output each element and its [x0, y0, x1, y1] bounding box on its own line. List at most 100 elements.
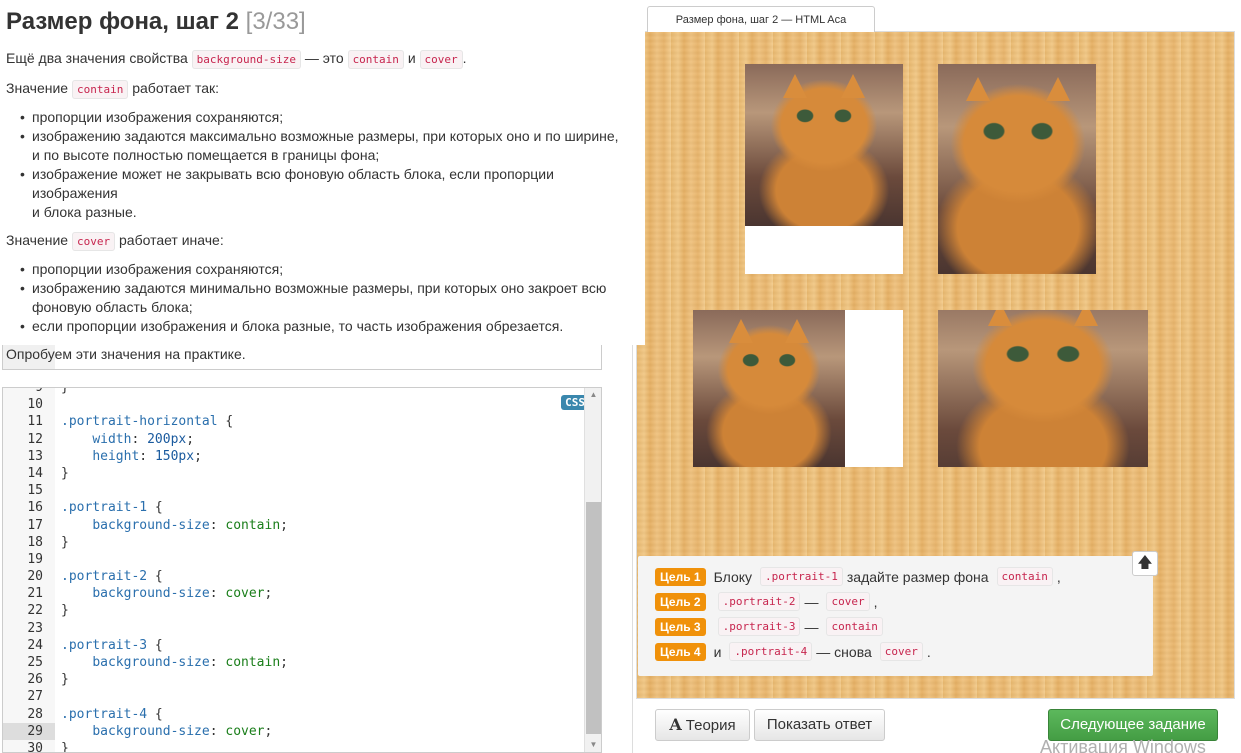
line-number: 20: [3, 568, 55, 586]
line-text[interactable]: [55, 688, 61, 705]
line-number: 14: [3, 464, 55, 483]
line-number: 16: [3, 499, 55, 517]
theory-icon: A: [669, 715, 682, 734]
step-counter: [3/33]: [245, 8, 306, 35]
line-text[interactable]: }: [55, 388, 69, 396]
inline-code: cover: [879, 642, 923, 661]
line-text[interactable]: background-size: contain;: [55, 654, 288, 671]
cover-text: работает иначе:: [119, 232, 224, 248]
line-text[interactable]: background-size: cover;: [55, 723, 272, 740]
line-number: 10: [3, 396, 55, 414]
scroll-thumb[interactable]: [586, 502, 601, 734]
goals-panel: Цель 1 Блоку .portrait-1 задайте размер фон…: [638, 556, 1153, 676]
cat-image: [938, 310, 1148, 467]
list-item: изображению задаются минимально возможны…: [20, 279, 639, 317]
list-item: если пропорции изображения и блока разны…: [20, 317, 639, 336]
preview-tab[interactable]: Размер фона, шаг 2 — HTML Aca: [647, 6, 875, 32]
line-number: 9: [3, 388, 55, 397]
scroll-down-icon[interactable]: ▼: [585, 738, 601, 752]
line-text[interactable]: }: [55, 602, 69, 619]
list-item: изображение может не закрывать всю фонов…: [20, 165, 639, 222]
theory-label: Теория: [685, 717, 736, 734]
code-line[interactable]: 15: [3, 482, 586, 500]
line-text[interactable]: [55, 620, 61, 637]
cover-list: пропорции изображения сохраняются; изобр…: [6, 260, 639, 336]
editor-scrollbar[interactable]: ▲ ▼: [584, 388, 601, 752]
code-lines[interactable]: 9} 10 11 .portrait-horizontal {12 width: 20…: [3, 388, 586, 752]
line-number: 29: [3, 722, 55, 740]
goal-item: Цель 1 Блоку .portrait-1 задайте размер фон…: [655, 564, 1153, 589]
goal-text: и: [713, 643, 722, 660]
line-text[interactable]: .portrait-2 {: [55, 568, 163, 585]
line-text[interactable]: }: [55, 671, 69, 688]
goal-badge: Цель 1: [655, 567, 706, 586]
code-line[interactable]: 11 .portrait-horizontal {: [3, 413, 586, 431]
code-line[interactable]: 24 .portrait-3 {: [3, 636, 586, 654]
inline-code: contain: [347, 50, 404, 69]
line-text[interactable]: width: 200px;: [55, 431, 194, 448]
line-number: 22: [3, 602, 55, 620]
line-text[interactable]: }: [55, 465, 69, 482]
code-line[interactable]: 13 height: 150px;: [3, 447, 586, 465]
inline-code: cover: [71, 232, 116, 251]
line-text[interactable]: [55, 551, 61, 568]
goal-text: .: [926, 643, 931, 660]
inline-code: .portrait-2: [717, 592, 801, 611]
code-line[interactable]: 23: [3, 619, 586, 637]
line-number: 12: [3, 430, 55, 448]
line-text[interactable]: background-size: cover;: [55, 585, 272, 602]
goal-item: Цель 4 и .portrait-4— снова cover.: [655, 639, 1153, 664]
intro-text: Ещё два значения свойства: [6, 50, 188, 66]
code-line[interactable]: 28 .portrait-4 {: [3, 705, 586, 723]
line-number: 25: [3, 654, 55, 672]
code-line[interactable]: 26}: [3, 671, 586, 689]
line-text[interactable]: [55, 396, 61, 413]
code-line[interactable]: 16 .portrait-1 {: [3, 499, 586, 517]
line-text[interactable]: background-size: contain;: [55, 517, 288, 534]
show-answer-button[interactable]: Показать ответ: [754, 709, 885, 741]
scroll-up-icon[interactable]: ▲: [585, 388, 601, 402]
contain-list: пропорции изображения сохраняются; изобр…: [6, 108, 639, 222]
goal-text: ,: [873, 593, 878, 610]
code-line[interactable]: 29 background-size: cover;: [3, 722, 586, 740]
line-text[interactable]: }: [55, 534, 69, 551]
goal-text: —: [804, 593, 819, 610]
code-line[interactable]: 21 background-size: cover;: [3, 585, 586, 603]
line-number: 17: [3, 516, 55, 534]
collapse-up-icon[interactable]: 🡅: [1132, 551, 1158, 576]
line-number: 27: [3, 688, 55, 706]
code-line[interactable]: 12 width: 200px;: [3, 430, 586, 448]
code-line[interactable]: 20 .portrait-2 {: [3, 568, 586, 586]
theory-button[interactable]: A Теория: [655, 709, 750, 741]
code-line[interactable]: 27: [3, 688, 586, 706]
line-number: 13: [3, 447, 55, 465]
code-line[interactable]: 14}: [3, 464, 586, 483]
goal-text: ,: [1056, 568, 1061, 585]
goal-badge: Цель 2: [655, 592, 706, 611]
line-text[interactable]: .portrait-4 {: [55, 706, 163, 723]
contain-text: работает так:: [132, 80, 220, 96]
code-line[interactable]: 18}: [3, 533, 586, 551]
line-number: 26: [3, 671, 55, 689]
line-text[interactable]: .portrait-1 {: [55, 499, 163, 516]
list-item: пропорции изображения сохраняются;: [20, 108, 639, 127]
line-text[interactable]: height: 150px;: [55, 448, 202, 465]
contain-text: Значение: [6, 80, 69, 96]
line-number: 19: [3, 550, 55, 569]
code-line[interactable]: 25 background-size: contain;: [3, 654, 586, 672]
line-text[interactable]: .portrait-horizontal {: [55, 413, 233, 430]
line-number: 11: [3, 413, 55, 431]
line-text[interactable]: .portrait-3 {: [55, 637, 163, 654]
line-text[interactable]: [55, 482, 61, 499]
code-line[interactable]: 9}: [3, 388, 586, 397]
css-editor[interactable]: 9} 10 11 .portrait-horizontal {12 width: 20…: [2, 387, 602, 753]
intro-text: — это: [304, 50, 344, 66]
inline-code: cover: [419, 50, 463, 69]
code-line[interactable]: 19: [3, 550, 586, 569]
code-line[interactable]: 30}: [3, 739, 586, 752]
code-line[interactable]: 10: [3, 396, 586, 414]
code-line[interactable]: 17 background-size: contain;: [3, 516, 586, 534]
intro-text: и: [407, 50, 416, 66]
line-text[interactable]: }: [55, 740, 69, 752]
code-line[interactable]: 22}: [3, 602, 586, 620]
